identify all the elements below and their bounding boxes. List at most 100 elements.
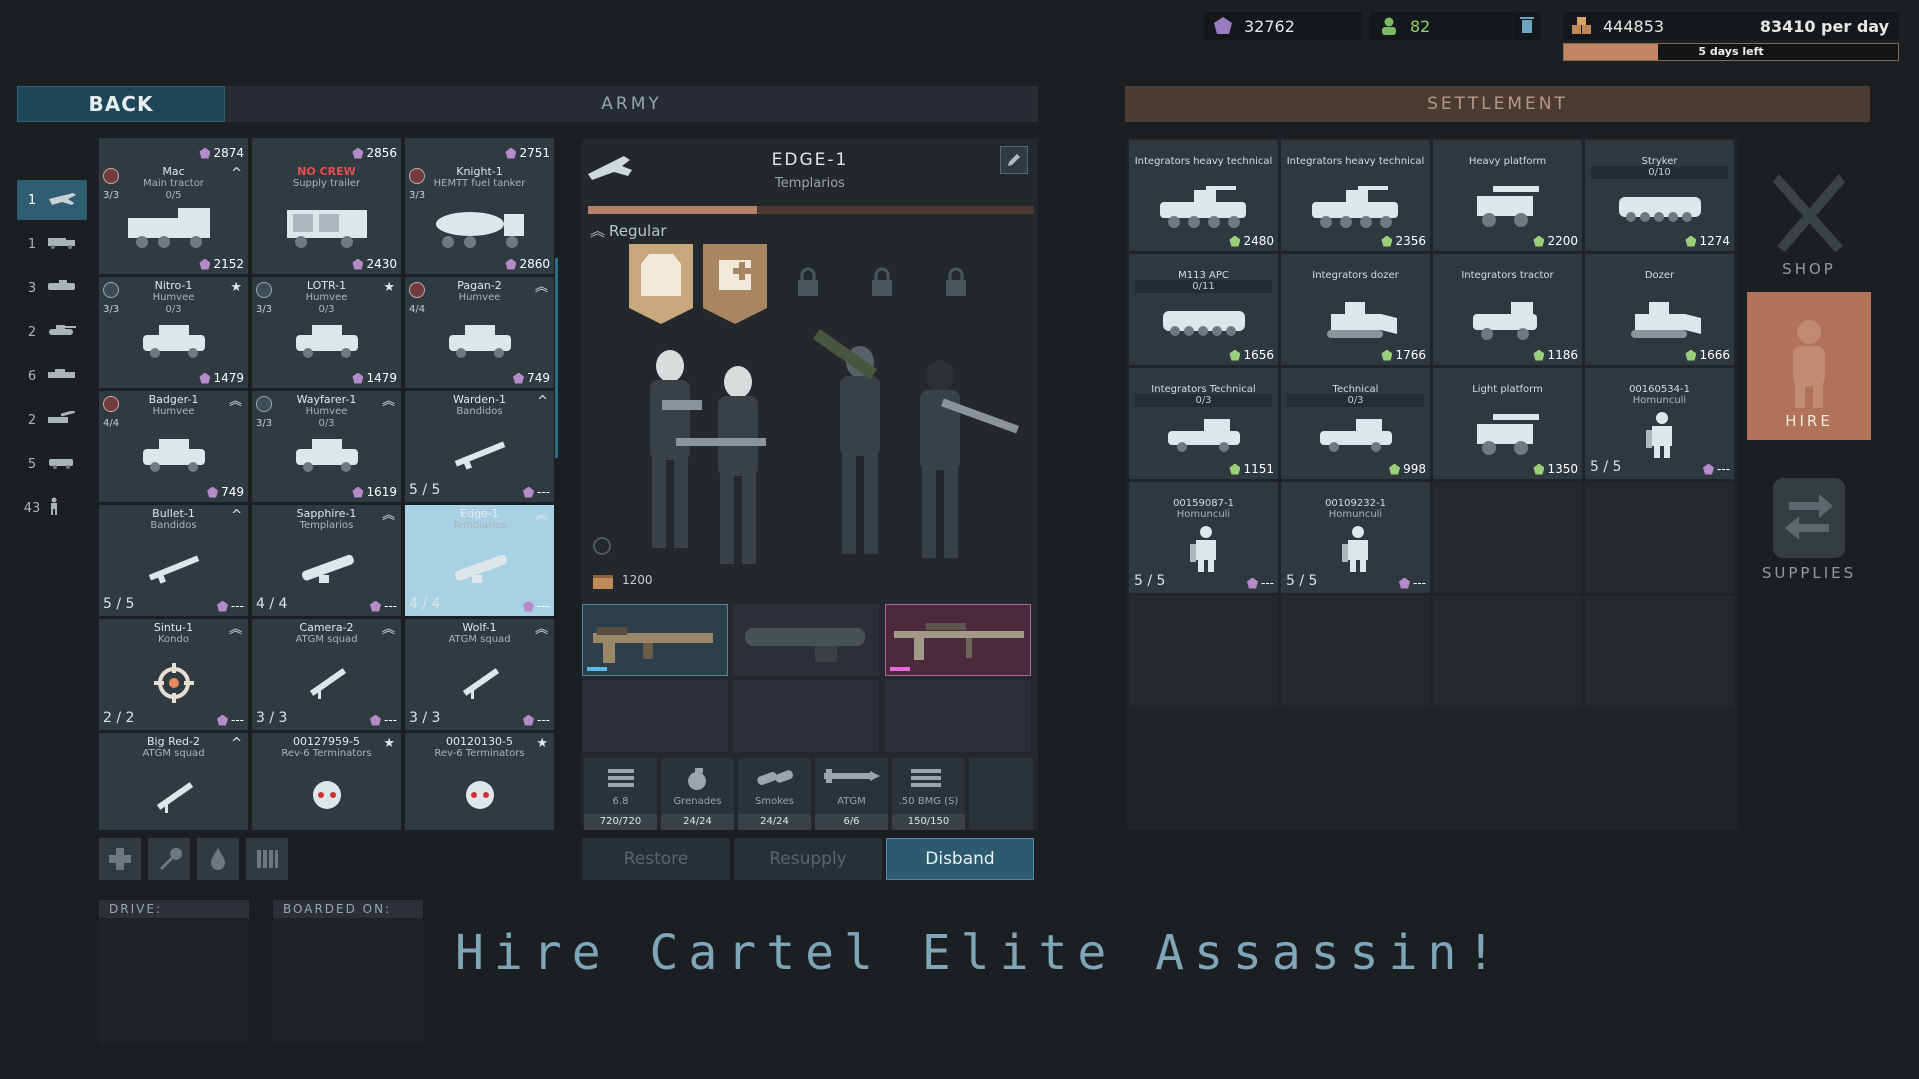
rifle-icon	[119, 543, 228, 594]
armor-perk-slot[interactable]	[629, 244, 693, 324]
settlement-card-name: Integrators dozer	[1312, 270, 1399, 281]
refuel-button[interactable]	[197, 838, 239, 880]
settlement-card-name: Light platform	[1472, 384, 1543, 395]
category-tab-jeep[interactable]: 5	[17, 444, 87, 484]
army-unit-card[interactable]: Big Red-2 ATGM squad ^	[99, 733, 248, 830]
trash-button[interactable]	[1513, 12, 1541, 40]
weapon-slot-empty-2[interactable]	[733, 680, 879, 752]
settlement-unit-card[interactable]: Dozer 1666	[1585, 254, 1734, 365]
ammo-rack-icon	[257, 850, 278, 868]
settlement-unit-card[interactable]: Integrators Technical 0/3 1151	[1129, 368, 1278, 479]
ammo-value: 24/24	[738, 814, 811, 830]
person-icon	[1378, 15, 1400, 37]
army-unit-card[interactable]: Warden-1 Bandidos ^ 5 / 5 ---	[405, 391, 554, 502]
gem-icon	[1381, 235, 1393, 247]
army-unit-card[interactable]: 2751	[405, 138, 554, 163]
army-unit-card[interactable]: 2856	[252, 138, 401, 163]
ifv-icon	[47, 367, 77, 385]
army-unit-card[interactable]: LOTR-1 Humvee 0/3 3/3 ★ 1479	[252, 277, 401, 388]
price-value: 1619	[366, 485, 397, 499]
rename-button[interactable]	[1000, 146, 1028, 174]
gem-icon	[370, 714, 381, 726]
army-unit-card[interactable]: Wayfarer-1 Humvee 0/3 3/3 ︽ 1619	[252, 391, 401, 502]
settlement-unit-card[interactable]: Stryker 0/10 1274	[1585, 140, 1734, 251]
rank-icon: ★	[383, 280, 395, 295]
rank-icon: ︽	[534, 280, 548, 295]
hire-button[interactable]: HIRE	[1747, 292, 1871, 440]
army-unit-card[interactable]: Pagan-2 Humvee 4/4 ︽ 749	[405, 277, 554, 388]
settlement-unit-card[interactable]: 00109232-1 Homunculi 5 / 5 ---	[1281, 482, 1430, 593]
settlement-unit-card[interactable]: Heavy platform 2200	[1433, 140, 1582, 251]
medic-perk-slot[interactable]	[703, 244, 767, 324]
unit-card-crew: 4/4	[103, 418, 120, 429]
category-tab-soldier[interactable]: 43	[17, 488, 87, 528]
army-scrollbar[interactable]	[555, 258, 558, 458]
army-unit-card[interactable]: Wolf-1 ATGM squad ︽ 3 / 3 ---	[405, 619, 554, 730]
rank-icon: ^	[231, 166, 242, 181]
army-unit-card[interactable]: 00120130-5 Rev-6 Terminators ★	[405, 733, 554, 830]
drop-icon	[211, 848, 225, 870]
weapon-slot-javelin[interactable]	[733, 604, 879, 676]
unit-card-type: ATGM squad	[295, 634, 358, 645]
settlement-unit-card[interactable]: 00160534-1 Homunculi 5 / 5 ---	[1585, 368, 1734, 479]
settlement-unit-card[interactable]: Integrators heavy technical 2356	[1281, 140, 1430, 251]
supplies-button[interactable]: SUPPLIES	[1747, 444, 1871, 592]
settlement-card-price: ---	[1247, 576, 1274, 590]
unit-card-type: Humvee	[458, 292, 501, 303]
category-tab-ifv[interactable]: 6	[17, 356, 87, 396]
army-unit-card[interactable]: Camera-2 ATGM squad ︽ 3 / 3 ---	[252, 619, 401, 730]
category-tab-artillery[interactable]: 2	[17, 400, 87, 440]
weapon-slot-empty-1[interactable]	[582, 680, 728, 752]
army-unit-card[interactable]: 2874	[99, 138, 248, 163]
army-unit-card[interactable]: Sintu-1 Kondo ︽ 2 / 2 ---	[99, 619, 248, 730]
ammo-stat-ammo: 6.8 720/720	[584, 758, 657, 830]
weapon-slot-rifle[interactable]	[582, 604, 728, 676]
army-unit-card[interactable]: Badger-1 Humvee 4/4 ︽ 749	[99, 391, 248, 502]
gem-icon	[1685, 349, 1697, 361]
settlement-card-price: 1274	[1685, 234, 1730, 248]
apc-icon	[1603, 180, 1716, 233]
settlement-unit-card[interactable]: Integrators dozer 1766	[1281, 254, 1430, 365]
unit-card-count: 5 / 5	[409, 482, 441, 498]
army-unit-card[interactable]: Nitro-1 Humvee 0/3 3/3 ★ 1479	[99, 277, 248, 388]
settlement-unit-card[interactable]: Integrators heavy technical 2480	[1129, 140, 1278, 251]
settlement-unit-card[interactable]: Light platform 1350	[1433, 368, 1582, 479]
price-value: 2152	[213, 257, 244, 271]
restore-button[interactable]: Restore	[582, 838, 730, 880]
resupply-button[interactable]: Resupply	[734, 838, 882, 880]
unit-name: EDGE-1	[771, 150, 849, 170]
crosshair-icon	[119, 657, 228, 708]
category-tab-apc[interactable]: 3	[17, 268, 87, 308]
settlement-card-price: ---	[1399, 576, 1426, 590]
category-count: 2	[27, 412, 37, 428]
shop-button[interactable]: SHOP	[1747, 140, 1871, 288]
rearm-button[interactable]	[246, 838, 288, 880]
settlement-unit-card[interactable]: 00159087-1 Homunculi 5 / 5 ---	[1129, 482, 1278, 593]
category-tab-tank[interactable]: 2	[17, 312, 87, 352]
army-unit-card[interactable]: Sapphire-1 Templarios ︽ 4 / 4 ---	[252, 505, 401, 616]
back-button[interactable]: BACK	[17, 86, 225, 122]
weapon-slot-empty-3[interactable]	[885, 680, 1031, 752]
settlement-unit-card[interactable]: M113 APC 0/11 1656	[1129, 254, 1278, 365]
category-tab-truck[interactable]: 1	[17, 224, 87, 264]
unit-card-type: Rev-6 Terminators	[281, 748, 372, 759]
unit-card-type: Humvee	[305, 406, 348, 417]
settlement-unit-card[interactable]: Technical 0/3 998	[1281, 368, 1430, 479]
army-unit-card[interactable]: Edge-1 Templarios ︽ 4 / 4 ---	[405, 505, 554, 616]
army-unit-card[interactable]: Bullet-1 Bandidos ^ 5 / 5 ---	[99, 505, 248, 616]
army-unit-card[interactable]: Knight-1 HEMTT fuel tanker 3/3 2860	[405, 163, 554, 274]
weapon-slot-sniper[interactable]	[885, 604, 1031, 676]
disband-button[interactable]: Disband	[886, 838, 1034, 880]
category-tab-plane[interactable]: 1	[17, 180, 87, 220]
gem-icon	[1703, 463, 1714, 475]
unit-card-type: Bandidos	[456, 406, 503, 417]
army-unit-card[interactable]: 00127959-5 Rev-6 Terminators ★	[252, 733, 401, 830]
army-unit-card[interactable]: Mac Main tractor 0/5 3/3 ^ 2152	[99, 163, 248, 274]
unit-card-crew: 3/3	[103, 190, 120, 201]
settlement-card-price: ---	[1703, 462, 1730, 476]
settlement-unit-card[interactable]: Integrators tractor 1186	[1433, 254, 1582, 365]
heal-button[interactable]	[99, 838, 141, 880]
repair-button[interactable]	[148, 838, 190, 880]
army-unit-card[interactable]: NO CREW Supply trailer 2430	[252, 163, 401, 274]
gem-icon	[523, 486, 534, 498]
